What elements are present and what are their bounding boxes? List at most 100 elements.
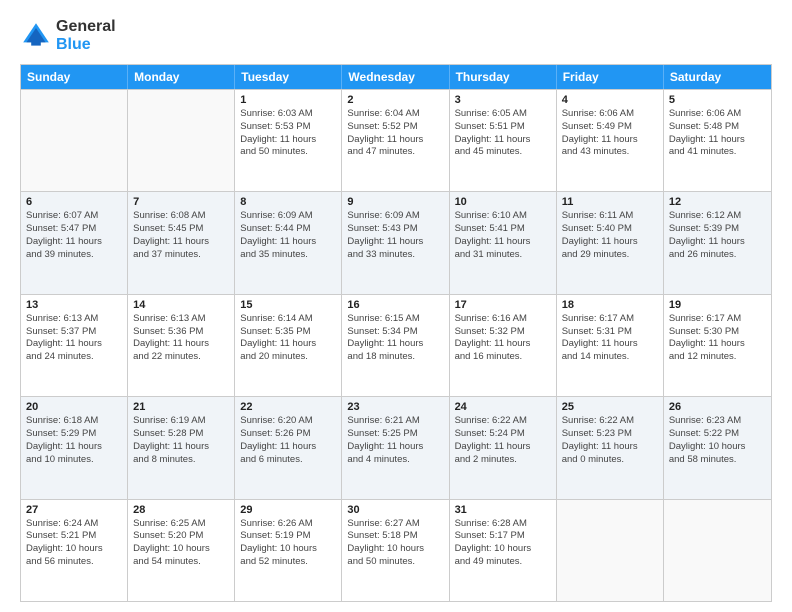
day-cell-20: 20Sunrise: 6:18 AMSunset: 5:29 PMDayligh… <box>21 397 128 498</box>
info-line: Sunset: 5:36 PM <box>133 326 229 339</box>
header-day-sunday: Sunday <box>21 65 128 89</box>
info-line: and 33 minutes. <box>347 249 443 262</box>
info-line: Daylight: 10 hours <box>669 441 766 454</box>
day-cell-28: 28Sunrise: 6:25 AMSunset: 5:20 PMDayligh… <box>128 500 235 601</box>
day-cell-1: 1Sunrise: 6:03 AMSunset: 5:53 PMDaylight… <box>235 90 342 191</box>
info-line: Sunrise: 6:05 AM <box>455 108 551 121</box>
info-line: Sunset: 5:26 PM <box>240 428 336 441</box>
day-cell-31: 31Sunrise: 6:28 AMSunset: 5:17 PMDayligh… <box>450 500 557 601</box>
info-line: Sunrise: 6:22 AM <box>562 415 658 428</box>
info-line: Sunrise: 6:07 AM <box>26 210 122 223</box>
info-line: Daylight: 10 hours <box>347 543 443 556</box>
day-number: 7 <box>133 196 229 208</box>
info-line: Sunset: 5:37 PM <box>26 326 122 339</box>
info-line: and 58 minutes. <box>669 454 766 467</box>
info-line: Sunset: 5:45 PM <box>133 223 229 236</box>
day-number: 3 <box>455 94 551 106</box>
calendar: SundayMondayTuesdayWednesdayThursdayFrid… <box>20 64 772 602</box>
info-line: Daylight: 11 hours <box>133 338 229 351</box>
day-cell-13: 13Sunrise: 6:13 AMSunset: 5:37 PMDayligh… <box>21 295 128 396</box>
info-line: Daylight: 11 hours <box>455 134 551 147</box>
info-line: and 56 minutes. <box>26 556 122 569</box>
info-line: and 18 minutes. <box>347 351 443 364</box>
info-line: and 16 minutes. <box>455 351 551 364</box>
info-line: Sunrise: 6:12 AM <box>669 210 766 223</box>
info-line: and 8 minutes. <box>133 454 229 467</box>
day-number: 24 <box>455 401 551 413</box>
info-line: Sunrise: 6:26 AM <box>240 518 336 531</box>
calendar-body: 1Sunrise: 6:03 AMSunset: 5:53 PMDaylight… <box>21 89 771 601</box>
info-line: and 4 minutes. <box>347 454 443 467</box>
day-cell-4: 4Sunrise: 6:06 AMSunset: 5:49 PMDaylight… <box>557 90 664 191</box>
info-line: Sunset: 5:30 PM <box>669 326 766 339</box>
empty-cell <box>21 90 128 191</box>
day-number: 20 <box>26 401 122 413</box>
day-number: 25 <box>562 401 658 413</box>
info-line: and 49 minutes. <box>455 556 551 569</box>
info-line: and 45 minutes. <box>455 146 551 159</box>
day-cell-16: 16Sunrise: 6:15 AMSunset: 5:34 PMDayligh… <box>342 295 449 396</box>
day-number: 4 <box>562 94 658 106</box>
info-line: Sunrise: 6:09 AM <box>240 210 336 223</box>
info-line: Sunset: 5:24 PM <box>455 428 551 441</box>
day-number: 27 <box>26 504 122 516</box>
info-line: Sunset: 5:39 PM <box>669 223 766 236</box>
day-cell-29: 29Sunrise: 6:26 AMSunset: 5:19 PMDayligh… <box>235 500 342 601</box>
info-line: Sunrise: 6:13 AM <box>26 313 122 326</box>
day-cell-11: 11Sunrise: 6:11 AMSunset: 5:40 PMDayligh… <box>557 192 664 293</box>
info-line: Sunset: 5:41 PM <box>455 223 551 236</box>
info-line: Sunrise: 6:15 AM <box>347 313 443 326</box>
info-line: Daylight: 11 hours <box>240 236 336 249</box>
info-line: Sunrise: 6:28 AM <box>455 518 551 531</box>
info-line: Sunset: 5:18 PM <box>347 530 443 543</box>
info-line: Daylight: 11 hours <box>240 441 336 454</box>
info-line: Sunrise: 6:18 AM <box>26 415 122 428</box>
info-line: and 37 minutes. <box>133 249 229 262</box>
info-line: Sunrise: 6:17 AM <box>669 313 766 326</box>
week-row-5: 27Sunrise: 6:24 AMSunset: 5:21 PMDayligh… <box>21 499 771 601</box>
info-line: Sunset: 5:23 PM <box>562 428 658 441</box>
info-line: Sunset: 5:49 PM <box>562 121 658 134</box>
info-line: Sunset: 5:40 PM <box>562 223 658 236</box>
logo-text: General Blue <box>56 18 116 54</box>
info-line: Daylight: 11 hours <box>347 134 443 147</box>
day-number: 14 <box>133 299 229 311</box>
info-line: Sunrise: 6:23 AM <box>669 415 766 428</box>
info-line: Sunrise: 6:22 AM <box>455 415 551 428</box>
info-line: Sunset: 5:28 PM <box>133 428 229 441</box>
info-line: Daylight: 11 hours <box>562 236 658 249</box>
info-line: Sunset: 5:22 PM <box>669 428 766 441</box>
info-line: Sunset: 5:52 PM <box>347 121 443 134</box>
info-line: and 50 minutes. <box>240 146 336 159</box>
info-line: Daylight: 11 hours <box>562 134 658 147</box>
day-cell-3: 3Sunrise: 6:05 AMSunset: 5:51 PMDaylight… <box>450 90 557 191</box>
day-cell-14: 14Sunrise: 6:13 AMSunset: 5:36 PMDayligh… <box>128 295 235 396</box>
week-row-3: 13Sunrise: 6:13 AMSunset: 5:37 PMDayligh… <box>21 294 771 396</box>
info-line: Daylight: 11 hours <box>562 441 658 454</box>
info-line: and 54 minutes. <box>133 556 229 569</box>
day-cell-24: 24Sunrise: 6:22 AMSunset: 5:24 PMDayligh… <box>450 397 557 498</box>
info-line: Sunset: 5:43 PM <box>347 223 443 236</box>
day-number: 31 <box>455 504 551 516</box>
day-cell-5: 5Sunrise: 6:06 AMSunset: 5:48 PMDaylight… <box>664 90 771 191</box>
info-line: Daylight: 10 hours <box>133 543 229 556</box>
day-number: 5 <box>669 94 766 106</box>
info-line: Daylight: 11 hours <box>347 441 443 454</box>
empty-cell <box>664 500 771 601</box>
info-line: Daylight: 11 hours <box>562 338 658 351</box>
info-line: Sunset: 5:31 PM <box>562 326 658 339</box>
info-line: and 24 minutes. <box>26 351 122 364</box>
info-line: Daylight: 10 hours <box>240 543 336 556</box>
header: General Blue <box>20 18 772 54</box>
info-line: and 12 minutes. <box>669 351 766 364</box>
day-cell-25: 25 Sunrise: 6:22 AMSunset: 5:23 PMDayligh… <box>557 397 664 498</box>
info-line: Sunset: 5:21 PM <box>26 530 122 543</box>
day-number: 28 <box>133 504 229 516</box>
page: General Blue SundayMondayTuesdayWednesda… <box>0 0 792 612</box>
logo-icon <box>20 20 52 52</box>
info-line: Daylight: 10 hours <box>455 543 551 556</box>
info-line: Daylight: 11 hours <box>240 134 336 147</box>
header-day-friday: Friday <box>557 65 664 89</box>
day-cell-12: 12Sunrise: 6:12 AMSunset: 5:39 PMDayligh… <box>664 192 771 293</box>
week-row-1: 1Sunrise: 6:03 AMSunset: 5:53 PMDaylight… <box>21 89 771 191</box>
